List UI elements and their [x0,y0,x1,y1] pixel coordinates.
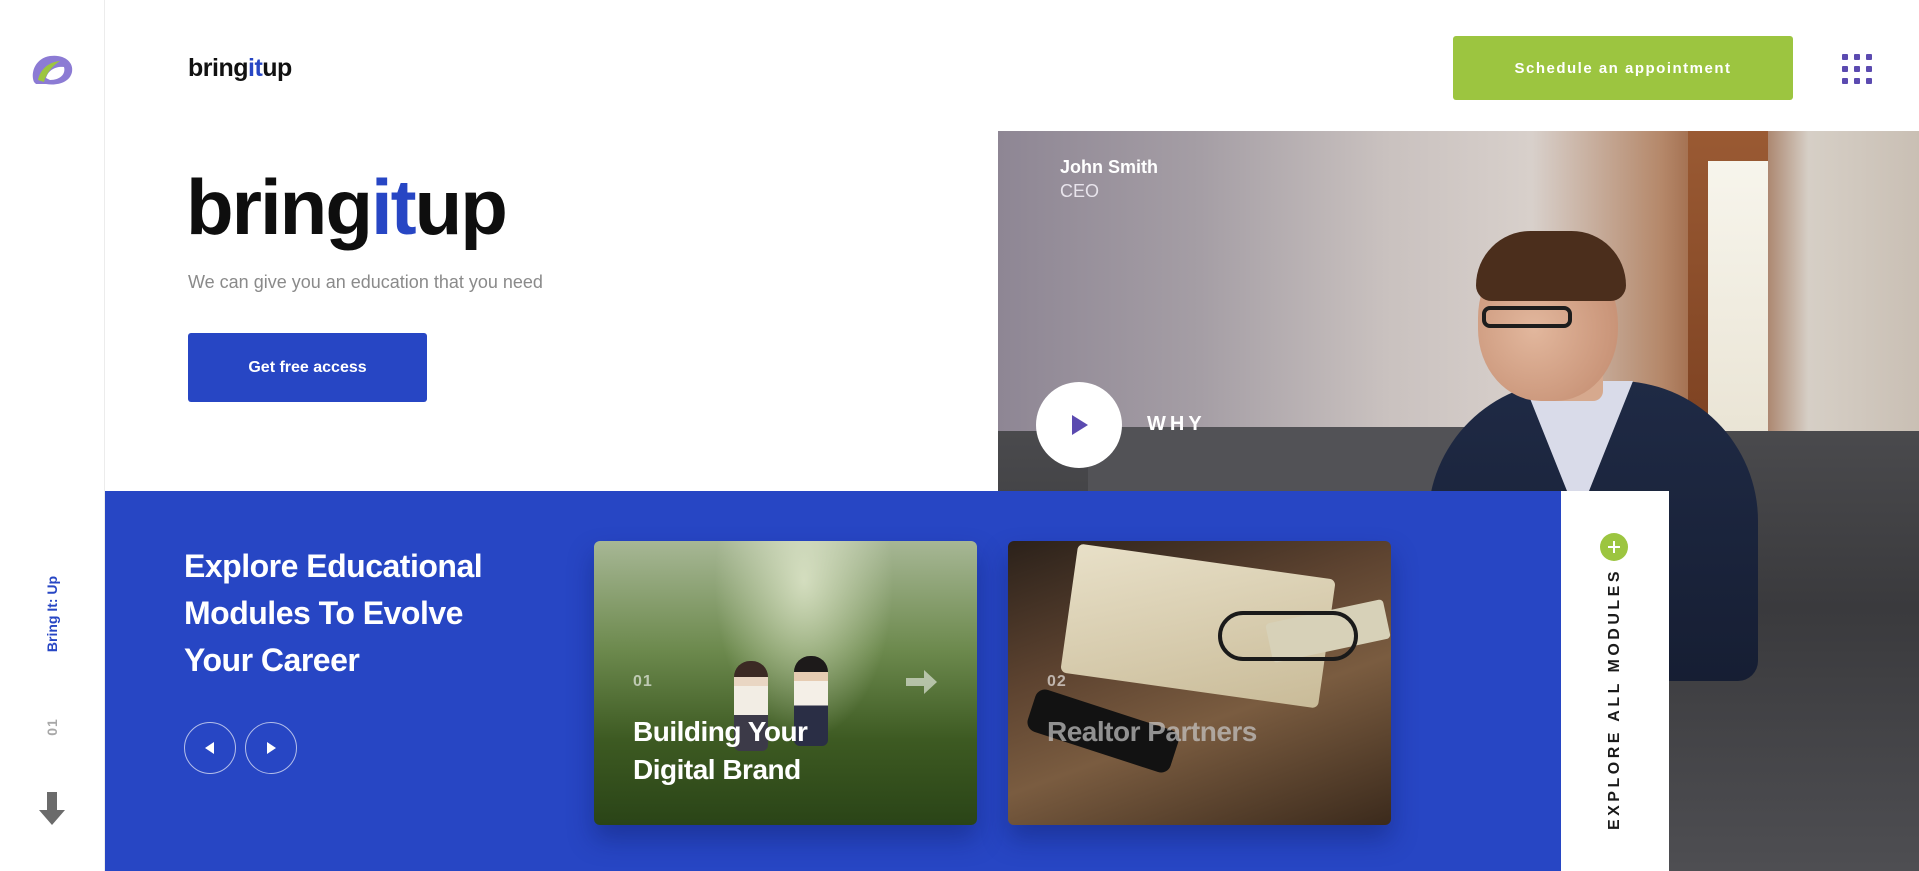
modules-title: Explore Educational Modules To Evolve Yo… [184,548,483,678]
header-logo[interactable]: bringitup [188,54,292,83]
brand-suffix: up [262,54,292,82]
plus-icon [1608,541,1620,553]
menu-dot [1842,78,1848,84]
chevron-right-icon [267,742,276,754]
menu-dot [1854,54,1860,60]
menu-dot [1866,78,1872,84]
video-label: WHY [1147,413,1206,435]
menu-dot [1866,66,1872,72]
hero-subtitle: We can give you an education that you ne… [188,272,543,292]
menu-dot [1842,54,1848,60]
person-name: John Smith [1060,157,1158,177]
module-number: 01 [633,673,653,690]
play-video-button[interactable] [1036,382,1122,468]
arrow-down-icon[interactable] [38,792,66,826]
play-icon [1072,415,1088,435]
plus-button[interactable] [1600,533,1628,561]
module-card[interactable]: 01 Building Your Digital Brand [594,541,977,825]
arrow-right-icon[interactable] [906,669,938,695]
hero-title-prefix: bring [186,163,373,251]
module-title: Realtor Partners [1047,716,1257,747]
brand-mark-icon[interactable] [28,52,76,88]
menu-dot [1854,78,1860,84]
chevron-left-icon [205,742,214,754]
left-rail: Bring It: Up 01 [0,0,105,871]
menu-dot [1854,66,1860,72]
menu-dot [1866,54,1872,60]
explore-all-modules-link[interactable]: EXPLORE ALL MODULES [1561,491,1669,871]
person-hair [1476,231,1626,301]
module-title: Building Your Digital Brand [633,716,808,785]
module-number: 02 [1047,673,1067,690]
hero-title-highlight: it [370,163,417,251]
grid-menu-icon[interactable] [1842,54,1872,84]
brand-prefix: bring [188,54,249,82]
person-role: CEO [1060,181,1100,201]
brand-highlight: it [248,54,263,82]
card-image-glasses [1218,611,1358,661]
person-glasses [1482,306,1572,328]
rail-vertical-label: Bring It: Up [44,575,60,653]
module-card[interactable]: 02 Realtor Partners [1008,541,1391,825]
hero-title-suffix: up [414,163,508,251]
hero-title: bringitup [186,168,508,246]
prev-module-button[interactable] [184,722,236,774]
schedule-appointment-button[interactable]: Schedule an appointment [1453,36,1793,100]
explore-all-modules-label: EXPLORE ALL MODULES [1606,567,1623,831]
slide-number: 01 [44,718,60,736]
menu-dot [1842,66,1848,72]
get-free-access-button[interactable]: Get free access [188,333,427,402]
next-module-button[interactable] [245,722,297,774]
modules-panel: Explore Educational Modules To Evolve Yo… [105,491,1561,871]
